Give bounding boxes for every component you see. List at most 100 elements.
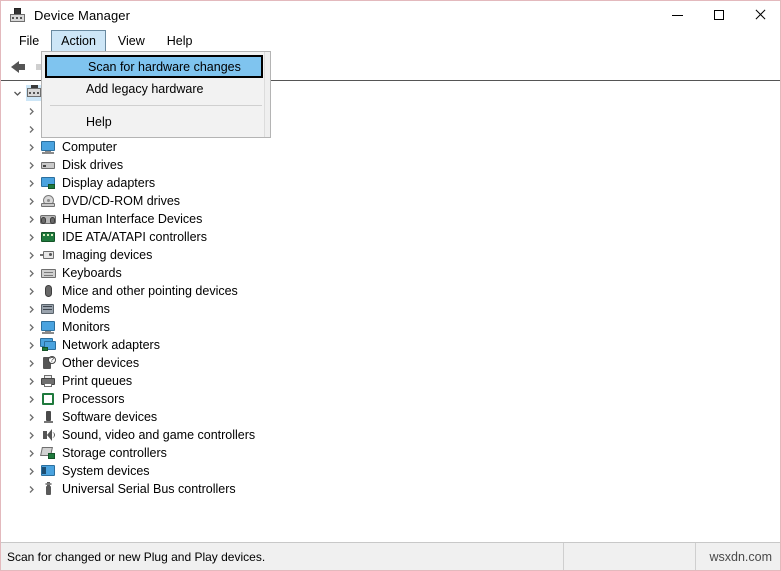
tree-item-human-interface-devices[interactable]: Human Interface Devices: [1, 210, 780, 228]
window-controls: [657, 1, 780, 29]
menu-item-help[interactable]: Help: [42, 111, 270, 133]
chevron-right-icon[interactable]: [23, 467, 40, 476]
content-area: Batteries Bluetooth Computer Disk drives: [1, 81, 780, 542]
action-menu-dropdown[interactable]: Scan for hardware changes Add legacy har…: [41, 51, 271, 138]
tree-item-ide-controllers[interactable]: IDE ATA/ATAPI controllers: [1, 228, 780, 246]
disk-drive-icon: [40, 157, 57, 173]
dvd-drive-icon: [40, 193, 57, 209]
maximize-button[interactable]: [698, 1, 739, 29]
menu-separator: [50, 105, 262, 106]
chevron-right-icon[interactable]: [23, 233, 40, 242]
window-title: Device Manager: [34, 7, 131, 23]
status-message: Scan for changed or new Plug and Play de…: [1, 543, 564, 570]
tree-item-label: DVD/CD-ROM drives: [62, 194, 181, 208]
menu-item-add-legacy-hardware[interactable]: Add legacy hardware: [42, 78, 270, 100]
tree-item-usb-controllers[interactable]: Universal Serial Bus controllers: [1, 480, 780, 498]
chevron-down-icon[interactable]: [9, 89, 26, 98]
tree-item-label: Universal Serial Bus controllers: [62, 482, 236, 496]
tree-item-label: System devices: [62, 464, 150, 478]
chevron-right-icon[interactable]: [23, 179, 40, 188]
chevron-right-icon[interactable]: [23, 287, 40, 296]
storage-controller-icon: [40, 445, 57, 461]
menu-action[interactable]: Action: [51, 29, 106, 54]
tree-item-label: Imaging devices: [62, 248, 153, 262]
network-adapter-icon: [40, 337, 57, 353]
tree-item-disk-drives[interactable]: Disk drives: [1, 156, 780, 174]
close-icon: [754, 9, 766, 21]
back-button[interactable]: [7, 56, 33, 78]
menu-view[interactable]: View: [108, 30, 155, 54]
tree-item-network-adapters[interactable]: Network adapters: [1, 336, 780, 354]
status-middle-cell: [564, 543, 696, 570]
tree-item-print-queues[interactable]: Print queues: [1, 372, 780, 390]
speaker-icon: [40, 427, 57, 443]
hid-icon: [40, 211, 57, 227]
tree-item-modems[interactable]: Modems: [1, 300, 780, 318]
chevron-right-icon[interactable]: [23, 197, 40, 206]
usb-icon: [40, 481, 57, 497]
tree-item-dvd-cdrom-drives[interactable]: DVD/CD-ROM drives: [1, 192, 780, 210]
chevron-right-icon[interactable]: [23, 125, 40, 134]
tree-item-storage-controllers[interactable]: Storage controllers: [1, 444, 780, 462]
chevron-right-icon[interactable]: [23, 251, 40, 260]
tree-item-computer[interactable]: Computer: [1, 138, 780, 156]
minimize-button[interactable]: [657, 1, 698, 29]
tree-item-processors[interactable]: Processors: [1, 390, 780, 408]
chevron-right-icon[interactable]: [23, 449, 40, 458]
close-button[interactable]: [739, 1, 780, 29]
other-device-icon: ?: [40, 355, 57, 371]
system-device-icon: [40, 463, 57, 479]
tree-item-display-adapters[interactable]: Display adapters: [1, 174, 780, 192]
tree-item-keyboards[interactable]: Keyboards: [1, 264, 780, 282]
tree-item-sound-video-game-controllers[interactable]: Sound, video and game controllers: [1, 426, 780, 444]
tree-item-other-devices[interactable]: ? Other devices: [1, 354, 780, 372]
chevron-right-icon[interactable]: [23, 323, 40, 332]
tree-item-label: Display adapters: [62, 176, 156, 190]
device-manager-window: Device Manager File Action View Help Com…: [0, 0, 781, 571]
chevron-right-icon[interactable]: [23, 413, 40, 422]
processor-icon: [40, 391, 57, 407]
menu-file[interactable]: File: [9, 30, 49, 54]
chevron-right-icon[interactable]: [23, 269, 40, 278]
title-bar: Device Manager: [1, 1, 780, 29]
minimize-icon: [672, 14, 683, 16]
device-tree[interactable]: Batteries Bluetooth Computer Disk drives: [1, 81, 780, 542]
tree-item-label: Print queues: [62, 374, 133, 388]
watermark: wsxdn.com: [709, 549, 772, 564]
tree-item-label: Sound, video and game controllers: [62, 428, 256, 442]
menu-item-scan-for-hardware-changes[interactable]: Scan for hardware changes: [45, 55, 263, 78]
tree-item-monitors[interactable]: Monitors: [1, 318, 780, 336]
imaging-device-icon: [40, 247, 57, 263]
tree-item-software-devices[interactable]: Software devices: [1, 408, 780, 426]
tree-item-label: Processors: [62, 392, 125, 406]
tree-item-label: Software devices: [62, 410, 158, 424]
tree-item-label: Storage controllers: [62, 446, 167, 460]
menu-scrollbar[interactable]: [264, 52, 270, 137]
tree-item-label: Keyboards: [62, 266, 122, 280]
tree-item-mice[interactable]: Mice and other pointing devices: [1, 282, 780, 300]
tree-item-label: Computer: [62, 140, 117, 154]
computer-icon: [40, 139, 57, 155]
chevron-right-icon[interactable]: [23, 341, 40, 350]
chevron-right-icon[interactable]: [23, 215, 40, 224]
chevron-right-icon[interactable]: [23, 107, 40, 116]
chevron-right-icon[interactable]: [23, 143, 40, 152]
chevron-right-icon[interactable]: [23, 377, 40, 386]
menu-help[interactable]: Help: [157, 30, 203, 54]
tree-item-label: Modems: [62, 302, 110, 316]
ide-controller-icon: [40, 229, 57, 245]
tree-item-label: Monitors: [62, 320, 110, 334]
tree-item-label: Disk drives: [62, 158, 124, 172]
chevron-right-icon[interactable]: [23, 305, 40, 314]
chevron-right-icon[interactable]: [23, 359, 40, 368]
mouse-icon: [40, 283, 57, 299]
tree-item-system-devices[interactable]: System devices: [1, 462, 780, 480]
chevron-right-icon[interactable]: [23, 395, 40, 404]
chevron-right-icon[interactable]: [23, 431, 40, 440]
chevron-right-icon[interactable]: [23, 161, 40, 170]
device-manager-icon: [9, 6, 27, 24]
tree-item-label: Other devices: [62, 356, 140, 370]
modem-icon: [40, 301, 57, 317]
chevron-right-icon[interactable]: [23, 485, 40, 494]
tree-item-imaging-devices[interactable]: Imaging devices: [1, 246, 780, 264]
